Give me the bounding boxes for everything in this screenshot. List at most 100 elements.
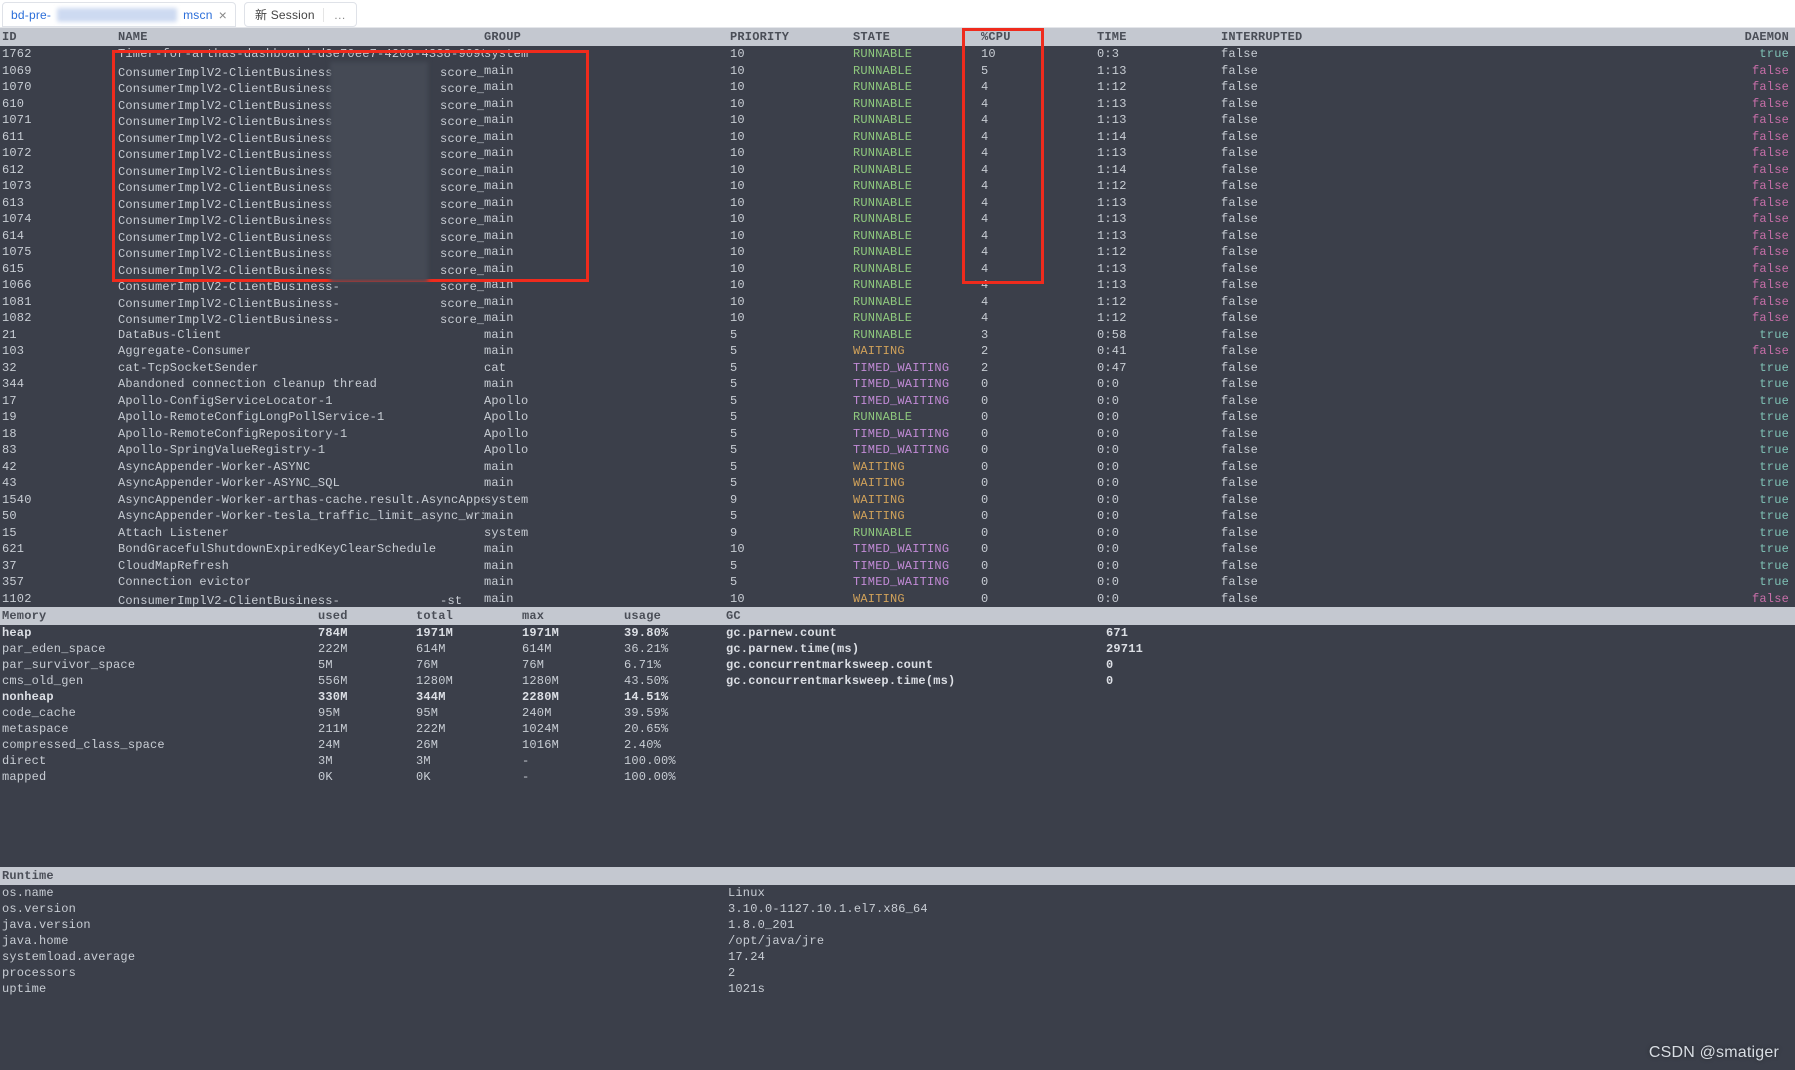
cell-name: Connection evictor: [118, 575, 484, 589]
cell-time: 0:0: [1097, 410, 1221, 424]
runtime-value: 1.8.0_201: [728, 918, 1795, 932]
cell-pri: 9: [730, 526, 853, 540]
cell-name: BondGracefulShutdownExpiredKeyClearSched…: [118, 542, 484, 556]
cell-int: false: [1221, 196, 1341, 210]
cell-cpu: 0: [981, 476, 1097, 490]
new-session-button[interactable]: 新 Session …: [244, 2, 357, 27]
cell-id: 21: [0, 328, 118, 342]
cell-state: RUNNABLE: [853, 146, 981, 160]
cell-cpu: 10: [981, 47, 1097, 61]
cell-state: RUNNABLE: [853, 130, 981, 144]
hdr-id: ID: [0, 30, 118, 44]
cell-id: 17: [0, 394, 118, 408]
cell-pri: 5: [730, 328, 853, 342]
cell-daemon: false: [1341, 64, 1795, 78]
cell-daemon: true: [1341, 394, 1795, 408]
cell-group: main: [484, 509, 730, 523]
cell-pri: 5: [730, 410, 853, 424]
cell-id: 1102: [0, 592, 118, 606]
cell-name: ConsumerImplV2-ClientBusiness-xscore_b: [118, 128, 484, 146]
cell-int: false: [1221, 295, 1341, 309]
cell-state: RUNNABLE: [853, 410, 981, 424]
cell-daemon: true: [1341, 493, 1795, 507]
mem-label: heap: [0, 626, 318, 640]
cell-group: main: [484, 146, 730, 160]
cell-time: 1:12: [1097, 245, 1221, 259]
cell-group: main: [484, 559, 730, 573]
cell-name: ConsumerImplV2-ClientBusiness-xscore_b: [118, 194, 484, 212]
table-row: 19Apollo-RemoteConfigLongPollService-1Ap…: [0, 409, 1795, 426]
cell-name: Timer-for-arthas-dashboard-d3e70ee7-4208…: [118, 47, 484, 61]
cell-time: 1:12: [1097, 179, 1221, 193]
cell-time: 0:0: [1097, 559, 1221, 573]
close-icon[interactable]: ×: [219, 7, 227, 23]
mem-used: 5M: [318, 658, 416, 672]
cell-name: AsyncAppender-Worker-ASYNC: [118, 460, 484, 474]
cell-pri: 10: [730, 130, 853, 144]
cell-cpu: 0: [981, 493, 1097, 507]
gc-value: 29711: [1106, 642, 1795, 656]
table-row: 18Apollo-RemoteConfigRepository-1Apollo5…: [0, 426, 1795, 443]
cell-int: false: [1221, 80, 1341, 94]
cell-int: false: [1221, 64, 1341, 78]
cell-int: false: [1221, 344, 1341, 358]
cell-int: false: [1221, 311, 1341, 325]
cell-id: 19: [0, 410, 118, 424]
table-row: 610ConsumerImplV2-ClientBusiness-xscore_…: [0, 96, 1795, 113]
table-row: 357Connection evictormain5TIMED_WAITING0…: [0, 574, 1795, 591]
cell-int: false: [1221, 377, 1341, 391]
cell-int: false: [1221, 443, 1341, 457]
gc-value: 0: [1106, 674, 1795, 688]
cell-daemon: true: [1341, 526, 1795, 540]
cell-daemon: true: [1341, 476, 1795, 490]
cell-int: false: [1221, 460, 1341, 474]
memory-row: cms_old_gen556M1280M1280M43.50%gc.concur…: [0, 673, 1795, 689]
cell-cpu: 2: [981, 344, 1097, 358]
cell-state: WAITING: [853, 460, 981, 474]
cell-daemon: false: [1341, 229, 1795, 243]
cell-name: cat-TcpSocketSender: [118, 361, 484, 375]
cell-name: ConsumerImplV2-ClientBusiness-xscore_b: [118, 243, 484, 261]
cell-state: WAITING: [853, 476, 981, 490]
cell-name: ConsumerImplV2-ClientBusiness-x-st: [118, 590, 484, 608]
cell-int: false: [1221, 427, 1341, 441]
cell-group: main: [484, 295, 730, 309]
table-row: 1075ConsumerImplV2-ClientBusiness-xscore…: [0, 244, 1795, 261]
cell-state: WAITING: [853, 509, 981, 523]
cell-time: 0:0: [1097, 542, 1221, 556]
cell-time: 1:13: [1097, 262, 1221, 276]
table-row: 1066ConsumerImplV2-ClientBusiness-xscore…: [0, 277, 1795, 294]
mem-max: 1280M: [522, 674, 624, 688]
cell-pri: 10: [730, 163, 853, 177]
cell-state: RUNNABLE: [853, 262, 981, 276]
cell-cpu: 4: [981, 229, 1097, 243]
mem-usage: 39.59%: [624, 706, 726, 720]
memory-row: compressed_class_space24M26M1016M2.40%: [0, 737, 1795, 753]
mem-used: 0K: [318, 770, 416, 784]
cell-cpu: 3: [981, 328, 1097, 342]
more-icon[interactable]: …: [323, 8, 346, 22]
cell-name: ConsumerImplV2-ClientBusiness-xscore_b: [118, 95, 484, 113]
cell-id: 42: [0, 460, 118, 474]
cell-int: false: [1221, 113, 1341, 127]
mem-usage: 14.51%: [624, 690, 726, 704]
cell-state: RUNNABLE: [853, 163, 981, 177]
active-tab[interactable]: bd-pre- mscn ×: [2, 2, 236, 27]
cell-cpu: 5: [981, 64, 1097, 78]
runtime-header: Runtime: [0, 867, 1795, 885]
hdr-memory: Memory: [0, 609, 318, 623]
cell-daemon: false: [1341, 295, 1795, 309]
mem-usage: 100.00%: [624, 754, 726, 768]
hdr-gc: GC: [726, 609, 1106, 623]
mem-label: par_eden_space: [0, 642, 318, 656]
table-row: 32cat-TcpSocketSendercat5TIMED_WAITING20…: [0, 360, 1795, 377]
mem-used: 3M: [318, 754, 416, 768]
cell-group: main: [484, 344, 730, 358]
mem-total: 1971M: [416, 626, 522, 640]
cell-pri: 5: [730, 361, 853, 375]
cell-pri: 10: [730, 311, 853, 325]
cell-cpu: 0: [981, 559, 1097, 573]
cell-name: Apollo-RemoteConfigLongPollService-1: [118, 410, 484, 424]
cell-int: false: [1221, 476, 1341, 490]
cell-group: main: [484, 262, 730, 276]
